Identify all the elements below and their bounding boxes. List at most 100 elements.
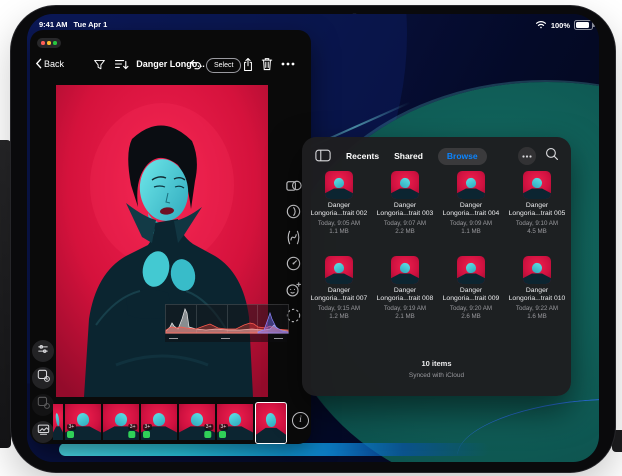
wifi-icon	[535, 19, 547, 31]
undo-icon	[188, 58, 202, 70]
back-button[interactable]: Back	[35, 54, 64, 74]
white-balance-icon	[285, 203, 302, 225]
curves-icon	[285, 229, 302, 251]
status-time: 9:41 AM	[39, 20, 67, 29]
presets-icon	[285, 177, 302, 199]
file-item[interactable]: DangerLongoria...trait 002 Today, 9:05 A…	[308, 171, 370, 236]
batch-button-disabled	[32, 394, 54, 416]
export-settings-button[interactable]	[32, 367, 54, 389]
files-tabs: Recents Shared Browse	[346, 145, 487, 167]
filmstrip-thumb[interactable]: 3+	[179, 404, 215, 440]
edit-badge: 3+	[128, 424, 137, 439]
edited-indicator	[67, 431, 74, 438]
battery-percent: 100%	[551, 21, 570, 30]
status-date: Tue Apr 1	[73, 20, 107, 29]
histogram-panel	[165, 304, 287, 342]
file-thumbnail	[325, 171, 353, 199]
files-toolbar: Recents Shared Browse	[302, 145, 571, 167]
status-bar: 9:41 AM Tue Apr 1 100%	[27, 17, 599, 31]
dial-icon	[285, 255, 302, 277]
file-item[interactable]: DangerLongoria...trait 003 Today, 9:07 A…	[374, 171, 436, 236]
icloud-sync-status: Synced with iCloud	[302, 372, 571, 379]
file-thumbnail	[391, 256, 419, 284]
tab-recents[interactable]: Recents	[346, 151, 379, 161]
undo-button[interactable]	[188, 54, 202, 74]
tab-shared[interactable]: Shared	[394, 151, 423, 161]
editor-toolbar: Back Danger Longo...	[30, 54, 311, 74]
ipad-device: 9:41 AM Tue Apr 1 100%	[10, 5, 616, 473]
histogram-plot	[165, 304, 289, 334]
files-browser-window: Recents Shared Browse	[302, 137, 571, 396]
adjust-flags-button[interactable]	[32, 340, 54, 362]
filmstrip-thumb-selected[interactable]	[255, 402, 287, 444]
filter-button[interactable]	[93, 54, 106, 74]
frame-gear-icon	[37, 369, 50, 387]
ipad-screen: 9:41 AM Tue Apr 1 100%	[27, 14, 599, 462]
trash-icon	[261, 57, 273, 71]
sliders-icon	[37, 342, 49, 360]
file-item[interactable]: DangerLongoria...trait 005 Today, 9:10 A…	[506, 171, 568, 236]
histogram-labels	[165, 334, 287, 342]
file-thumbnail	[457, 171, 485, 199]
filmstrip-thumb[interactable]: 3+	[141, 404, 177, 440]
white-balance-tool-button[interactable]	[284, 204, 303, 223]
file-thumbnail	[325, 256, 353, 284]
files-count: 10 items	[302, 359, 571, 368]
edited-indicator	[128, 431, 135, 438]
close-dot[interactable]	[41, 41, 45, 45]
back-label: Back	[44, 59, 64, 69]
filmstrip-thumb[interactable]	[53, 404, 63, 440]
file-item[interactable]: DangerLongoria...trait 010 Today, 9:22 A…	[506, 256, 568, 321]
edited-indicator	[219, 431, 226, 438]
edit-badge: 3+	[219, 424, 228, 439]
files-more-button[interactable]	[518, 147, 536, 165]
select-label: Select	[214, 62, 233, 69]
sort-button[interactable]	[114, 54, 129, 74]
filmstrip-thumb[interactable]: 3+	[217, 404, 253, 440]
file-item[interactable]: DangerLongoria...trait 009 Today, 9:20 A…	[440, 256, 502, 321]
edit-badge: 3+	[204, 424, 213, 439]
retouch-face-icon	[285, 281, 302, 303]
file-item[interactable]: DangerLongoria...trait 007 Today, 9:15 A…	[308, 256, 370, 321]
share-button[interactable]	[242, 54, 254, 74]
filmstrip: 3+ 3+ 3+ 3+ 3+	[53, 404, 287, 446]
sidebar-toggle-button[interactable]	[315, 149, 331, 167]
zoom-dot[interactable]	[53, 41, 57, 45]
minimize-dot[interactable]	[47, 41, 51, 45]
gallery-icon	[37, 423, 50, 441]
tab-browse-active[interactable]: Browse	[438, 148, 487, 165]
edit-badge: 3+	[67, 424, 76, 439]
chevron-left-icon	[35, 58, 42, 71]
file-item[interactable]: DangerLongoria...trait 008 Today, 9:19 A…	[374, 256, 436, 321]
delete-button[interactable]	[261, 54, 273, 74]
select-button[interactable]: Select	[206, 58, 241, 73]
file-thumbnail	[457, 256, 485, 284]
retouch-tool-button[interactable]	[284, 282, 303, 301]
edited-indicator	[143, 431, 150, 438]
curves-tool-button[interactable]	[284, 230, 303, 249]
more-button[interactable]	[281, 54, 295, 74]
filmstrip-thumb[interactable]: 3+	[103, 404, 139, 440]
left-tool-column	[32, 340, 54, 443]
library-button[interactable]	[32, 421, 54, 443]
file-thumbnail	[523, 256, 551, 284]
presets-tool-button[interactable]	[284, 178, 303, 197]
file-thumbnail	[391, 171, 419, 199]
ellipsis-icon	[281, 62, 295, 66]
search-button[interactable]	[543, 147, 561, 165]
edited-indicator	[204, 431, 211, 438]
filmstrip-thumb[interactable]: 3+	[65, 404, 101, 440]
marketing-canvas: 9:41 AM Tue Apr 1 100%	[0, 0, 622, 476]
share-icon	[242, 57, 254, 72]
file-thumbnail	[523, 171, 551, 199]
dial-tool-button[interactable]	[284, 256, 303, 275]
sort-lines-icon	[114, 58, 129, 70]
file-item[interactable]: DangerLongoria...trait 004 Today, 9:09 A…	[440, 171, 502, 236]
photo-editor-window: Back Danger Longo...	[30, 30, 311, 444]
window-controls[interactable]	[37, 38, 61, 48]
main-photo[interactable]	[56, 85, 268, 397]
frame-gear-icon	[37, 396, 50, 414]
battery-icon	[574, 20, 593, 31]
search-icon	[545, 147, 559, 166]
info-button[interactable]: i	[292, 412, 309, 429]
